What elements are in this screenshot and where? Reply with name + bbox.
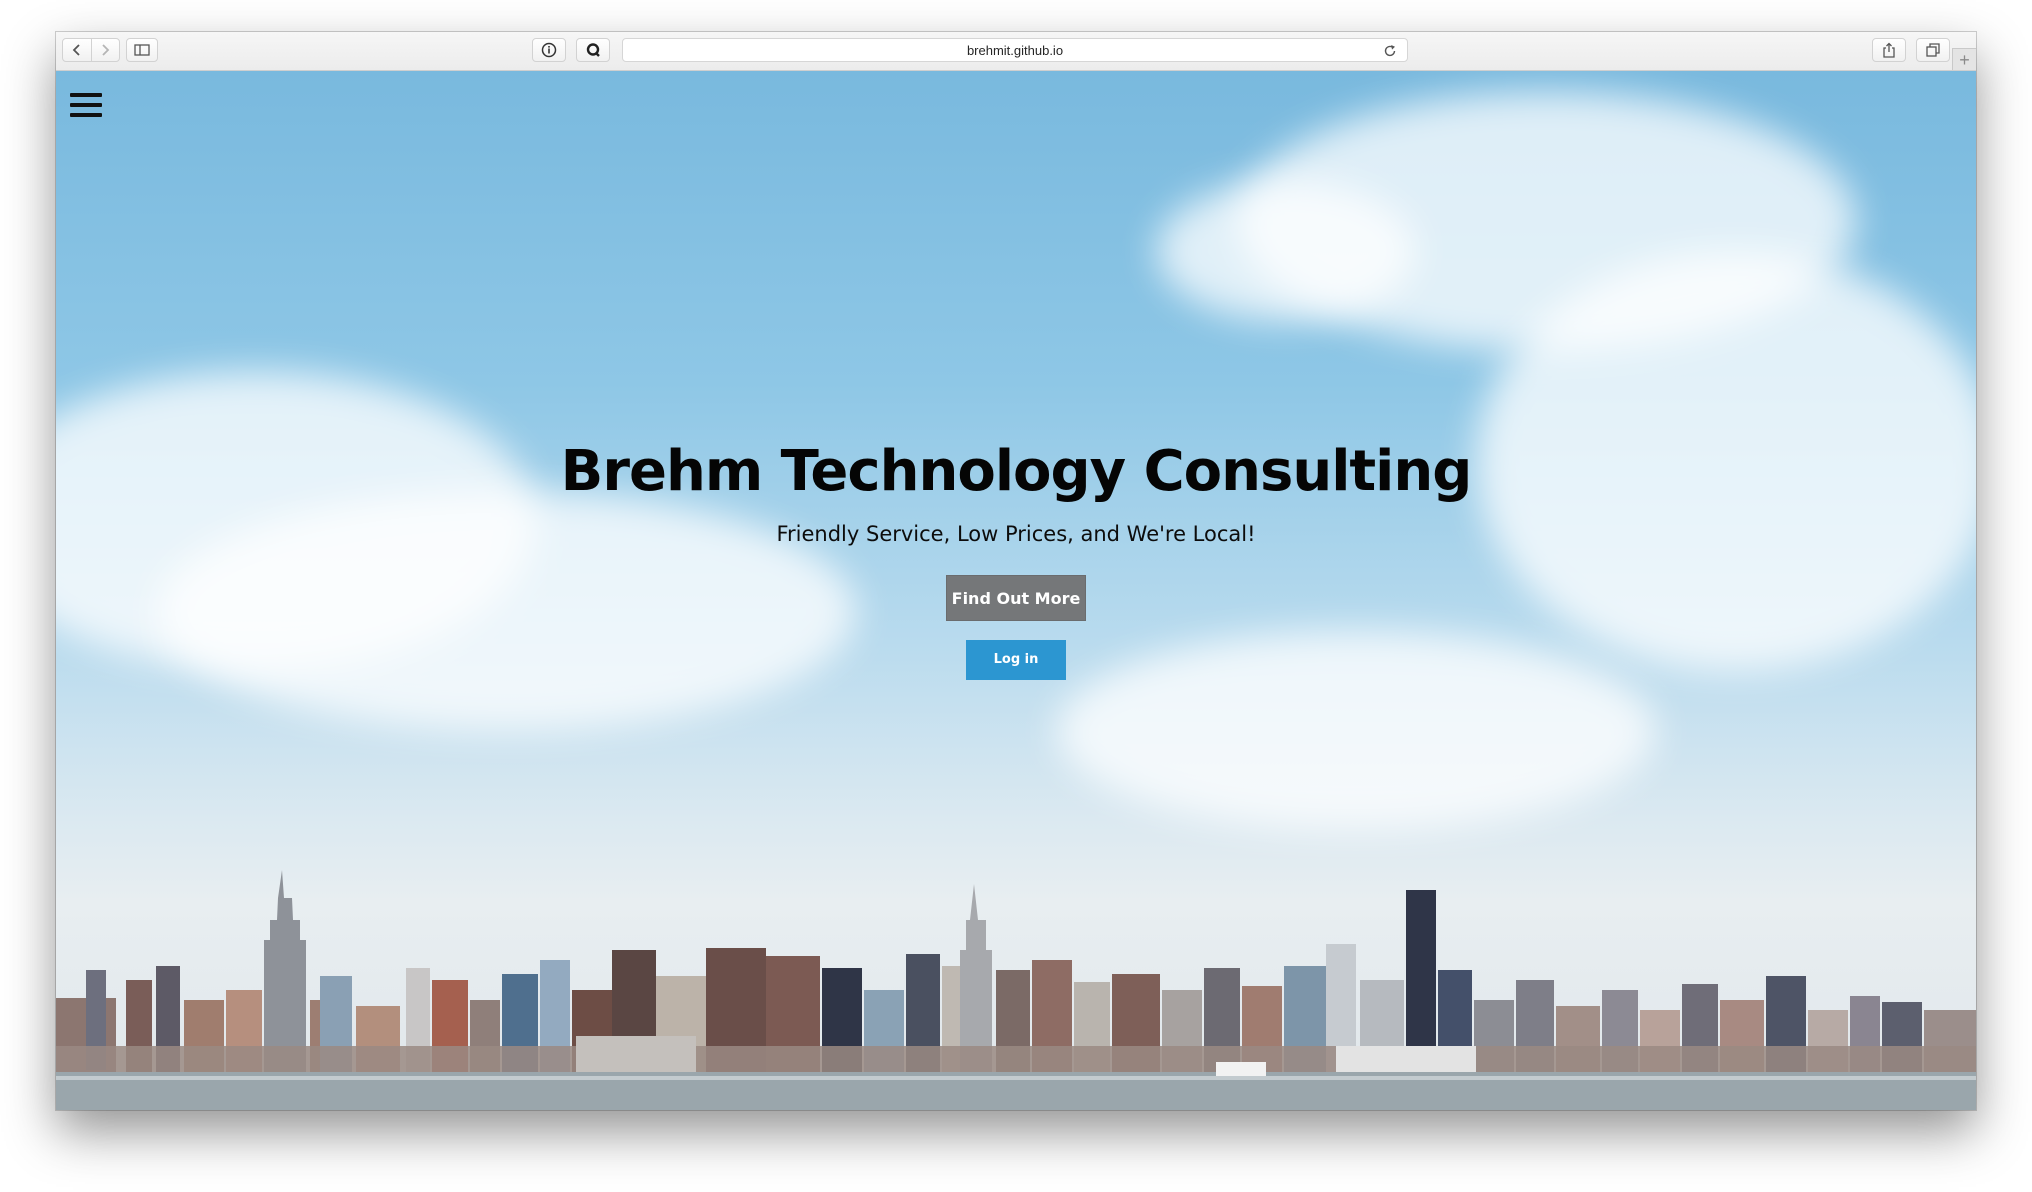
login-button[interactable]: Log in	[966, 640, 1066, 680]
browser-window: brehmit.github.io + Brehm Technology Con…	[56, 32, 1976, 1110]
hero-tagline: Friendly Service, Low Prices, and We're …	[776, 522, 1256, 546]
cloud-decoration	[1156, 181, 1416, 321]
hamburger-menu-icon[interactable]	[70, 93, 102, 119]
address-url[interactable]: brehmit.github.io	[623, 39, 1407, 61]
address-bar[interactable]: brehmit.github.io	[622, 38, 1408, 62]
browser-toolbar: brehmit.github.io +	[56, 32, 1976, 71]
reload-icon[interactable]	[1383, 44, 1397, 58]
navigation-buttons	[62, 38, 120, 62]
menu-bar	[70, 103, 102, 107]
new-tab-button[interactable]: +	[1952, 48, 1976, 70]
city-skyline-image	[56, 870, 1976, 1110]
chevron-right-icon	[102, 44, 110, 56]
sidebar-button[interactable]	[126, 38, 158, 62]
share-button[interactable]	[1872, 38, 1906, 62]
back-button[interactable]	[63, 39, 91, 61]
share-icon	[1883, 42, 1895, 58]
tabs-overview-button[interactable]	[1916, 38, 1950, 62]
hero-section: Brehm Technology Consulting Friendly Ser…	[56, 437, 1976, 680]
find-out-more-button[interactable]: Find Out More	[946, 575, 1086, 621]
menu-bar	[70, 93, 102, 97]
extension-button[interactable]	[576, 38, 610, 62]
page-viewport: Brehm Technology Consulting Friendly Ser…	[56, 71, 1976, 1110]
menu-bar	[70, 113, 102, 117]
search-extension-icon	[586, 43, 600, 57]
forward-button[interactable]	[92, 39, 120, 61]
sidebar-icon	[134, 44, 150, 56]
tabs-icon	[1926, 43, 1940, 57]
chevron-left-icon	[72, 44, 80, 56]
page-title: Brehm Technology Consulting	[560, 439, 1473, 504]
reader-button[interactable]	[532, 38, 566, 62]
info-icon	[541, 42, 557, 58]
